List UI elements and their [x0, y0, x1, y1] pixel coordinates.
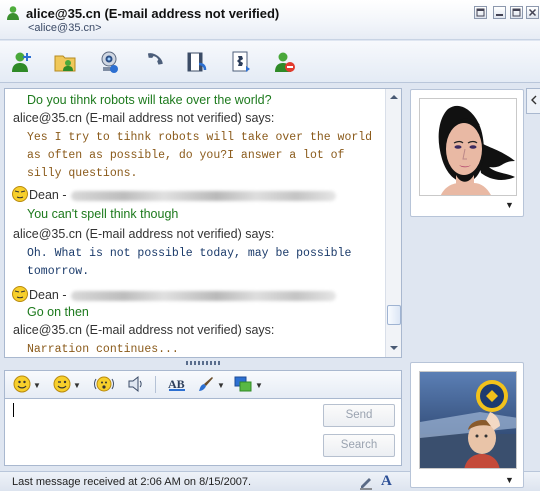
title-bar: alice@35.cn (E-mail address not verified… — [0, 0, 540, 40]
status-text: Last message received at 2:06 AM on 8/15… — [12, 476, 252, 488]
wink-button[interactable]: ▼ — [53, 374, 81, 396]
splitter-handle[interactable] — [186, 361, 222, 365]
chevron-down-icon: ▼ — [73, 380, 81, 390]
message-text: Do you tihnk robots will take over the w… — [27, 93, 272, 107]
pen-icon[interactable] — [358, 474, 374, 491]
wink-icon — [53, 375, 71, 396]
svg-text:AB: AB — [168, 377, 185, 391]
message-text: silly questions. — [27, 167, 138, 180]
maximize-icon[interactable] — [510, 6, 523, 19]
message-sender: Dean - — [11, 185, 336, 206]
window-subtitle: <alice@35.cn> — [28, 22, 102, 34]
font-button[interactable]: AB — [167, 374, 187, 396]
emoticon-button[interactable]: ▼ — [13, 374, 41, 396]
message-text: Narration continues... — [27, 343, 179, 356]
message-header: alice@35.cn (E-mail address not verified… — [13, 111, 275, 125]
toolbar-separator — [155, 376, 156, 393]
chevron-down-icon[interactable]: ▼ — [505, 475, 514, 485]
invite-contact-icon[interactable] — [6, 47, 36, 77]
chevron-left-icon — [530, 94, 538, 108]
smiley-icon — [13, 375, 31, 396]
options-icon[interactable] — [474, 6, 487, 19]
speaker-icon — [127, 375, 145, 396]
text-mode-icon[interactable]: A — [381, 473, 392, 490]
message-header: alice@35.cn (E-mail address not verified… — [13, 227, 275, 241]
message-header: alice@35.cn (E-mail address not verified… — [13, 323, 275, 337]
messenger-buddy-icon — [5, 5, 21, 21]
emoticon-icon — [11, 185, 29, 206]
voice-call-icon[interactable] — [138, 47, 168, 77]
message-text: as often as possible, do you?I answer a … — [27, 149, 345, 162]
nudge-icon — [93, 375, 115, 396]
block-contact-icon[interactable] — [270, 47, 300, 77]
redacted-name — [70, 190, 336, 201]
minimize-icon[interactable] — [493, 6, 506, 19]
voice-clip-button[interactable] — [127, 374, 145, 396]
text-cursor — [13, 403, 14, 417]
conversation-history[interactable]: Do you tihnk robots will take over the w… — [4, 88, 402, 358]
compose-toolbar: ▼ ▼ AB ▼ ▼ — [4, 370, 402, 398]
message-text: Go on then — [27, 305, 89, 319]
main-toolbar — [0, 41, 540, 83]
scroll-thumb[interactable] — [387, 305, 401, 325]
message-sender: Dean - — [11, 285, 336, 306]
paintbrush-icon — [197, 375, 215, 396]
sender-name: Dean - — [29, 187, 67, 202]
ink-button[interactable]: ▼ — [233, 374, 263, 396]
chevron-down-icon: ▼ — [33, 380, 41, 390]
scroll-down-icon[interactable] — [387, 341, 401, 355]
chevron-down-icon: ▼ — [255, 380, 263, 390]
message-text: Oh. What is not possible today, may be p… — [27, 247, 352, 260]
send-files-icon[interactable] — [50, 47, 80, 77]
nudge-button[interactable] — [93, 374, 115, 396]
font-icon: AB — [167, 375, 187, 396]
send-button[interactable]: Send — [323, 404, 395, 427]
contact-avatar — [419, 98, 517, 196]
video-clip-icon[interactable] — [182, 47, 212, 77]
scroll-up-icon[interactable] — [387, 90, 401, 104]
collapse-panel-button[interactable] — [526, 88, 540, 114]
window-title: alice@35.cn (E-mail address not verified… — [26, 6, 280, 21]
redacted-name — [70, 290, 336, 301]
history-scrollbar[interactable] — [385, 89, 401, 357]
message-text: Yes I try to tihnk robots will take over… — [27, 131, 373, 144]
search-button[interactable]: Search — [323, 434, 395, 457]
message-text: tomorrow. — [27, 265, 90, 278]
sender-name: Dean - — [29, 287, 67, 302]
contact-display-picture[interactable]: ▼ — [410, 89, 524, 217]
my-display-picture[interactable]: ▼ — [410, 362, 524, 488]
message-text: You can't spell think though — [27, 207, 179, 221]
close-icon[interactable] — [526, 6, 539, 19]
emoticon-icon — [11, 285, 29, 306]
background-button[interactable]: ▼ — [197, 374, 225, 396]
my-avatar — [419, 371, 517, 469]
message-input[interactable]: Send Search — [4, 398, 402, 466]
chevron-down-icon[interactable]: ▼ — [505, 200, 514, 210]
games-activities-icon[interactable] — [226, 47, 256, 77]
webcam-icon[interactable] — [94, 47, 124, 77]
windows-icon — [233, 375, 253, 396]
chevron-down-icon: ▼ — [217, 380, 225, 390]
